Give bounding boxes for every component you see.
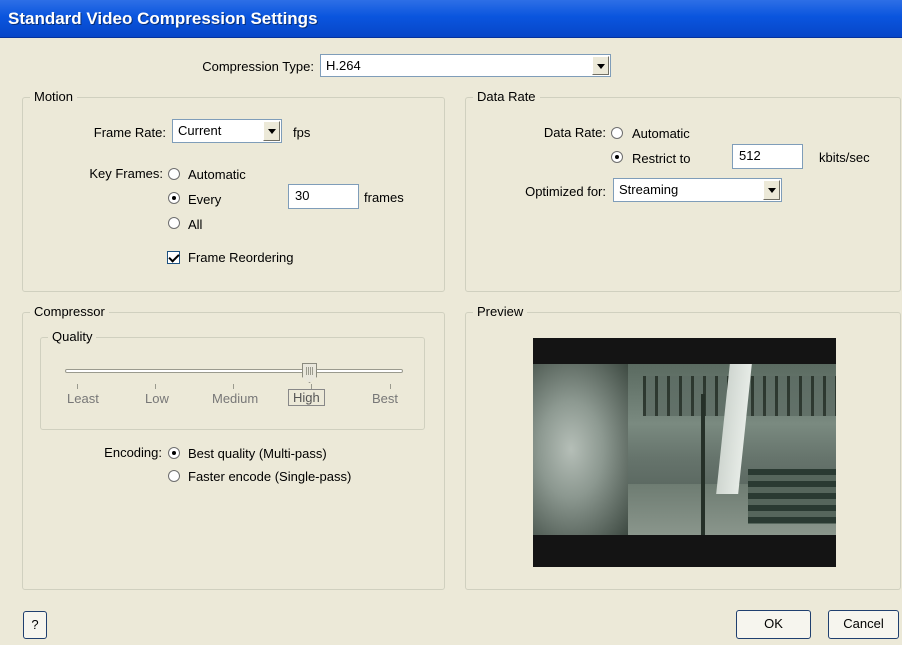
data-rate-automatic-label: Automatic — [632, 126, 690, 141]
compression-type-label: Compression Type: — [202, 59, 314, 74]
quality-label-low: Low — [145, 391, 169, 406]
kbits-unit-label: kbits/sec — [819, 150, 870, 165]
key-frames-every-radio[interactable] — [168, 192, 180, 204]
quality-tick — [390, 384, 391, 389]
data-rate-automatic-radio[interactable] — [611, 127, 623, 139]
video-preview — [533, 338, 836, 567]
preview-legend: Preview — [473, 304, 528, 319]
data-rate-restrict-radio[interactable] — [611, 151, 623, 163]
optimized-for-label: Optimized for: — [525, 184, 606, 199]
key-frames-every-input[interactable]: 30 — [288, 184, 359, 209]
frame-rate-label: Frame Rate: — [93, 125, 166, 140]
quality-tick — [233, 384, 234, 389]
help-button[interactable]: ? — [23, 611, 47, 639]
frame-rate-select[interactable]: Current — [172, 119, 282, 143]
frame-reordering-label: Frame Reordering — [188, 250, 294, 265]
quality-label-high: High — [288, 389, 325, 406]
optimized-for-value: Streaming — [619, 182, 679, 197]
title-bar[interactable]: Standard Video Compression Settings — [0, 0, 902, 38]
quality-slider-track[interactable] — [65, 369, 403, 373]
data-rate-label: Data Rate: — [543, 125, 606, 140]
encoding-singlepass-radio[interactable] — [168, 470, 180, 482]
quality-label-medium: Medium — [212, 391, 259, 406]
quality-label-best: Best — [372, 391, 399, 406]
preview-frame — [533, 364, 836, 535]
quality-tick — [155, 384, 156, 389]
motion-legend: Motion — [30, 89, 78, 104]
compression-type-select[interactable]: H.264 — [320, 54, 611, 77]
data-rate-restrict-input[interactable]: 512 — [732, 144, 803, 169]
window-title: Standard Video Compression Settings — [8, 9, 318, 28]
key-frames-automatic-label: Automatic — [188, 167, 246, 182]
optimized-for-select[interactable]: Streaming — [613, 178, 782, 202]
ok-button[interactable]: OK — [736, 610, 811, 639]
chevron-down-icon[interactable] — [592, 56, 609, 75]
frame-rate-value: Current — [178, 123, 222, 138]
cancel-button[interactable]: Cancel — [828, 610, 899, 639]
data-rate-restrict-label: Restrict to — [632, 151, 691, 166]
key-frames-automatic-radio[interactable] — [168, 168, 180, 180]
chevron-down-icon[interactable] — [763, 180, 780, 200]
key-frames-every-label: Every — [188, 192, 222, 207]
encoding-multipass-radio[interactable] — [168, 447, 180, 459]
encoding-singlepass-label: Faster encode (Single-pass) — [188, 469, 352, 484]
compression-type-value: H.264 — [326, 58, 361, 73]
key-frames-label: Key Frames: — [89, 166, 163, 181]
data-rate-legend: Data Rate — [473, 89, 540, 104]
quality-tick — [77, 384, 78, 389]
quality-label-least: Least — [67, 391, 99, 406]
frame-reordering-checkbox[interactable] — [167, 251, 180, 264]
quality-legend: Quality — [48, 329, 97, 344]
key-frames-all-radio[interactable] — [168, 217, 180, 229]
encoding-label: Encoding: — [104, 445, 162, 460]
encoding-multipass-label: Best quality (Multi-pass) — [188, 446, 327, 461]
key-frames-all-label: All — [188, 217, 203, 232]
compressor-legend: Compressor — [30, 304, 109, 319]
frames-unit-label: frames — [364, 190, 404, 205]
fps-unit-label: fps — [293, 125, 311, 140]
chevron-down-icon[interactable] — [263, 121, 280, 141]
